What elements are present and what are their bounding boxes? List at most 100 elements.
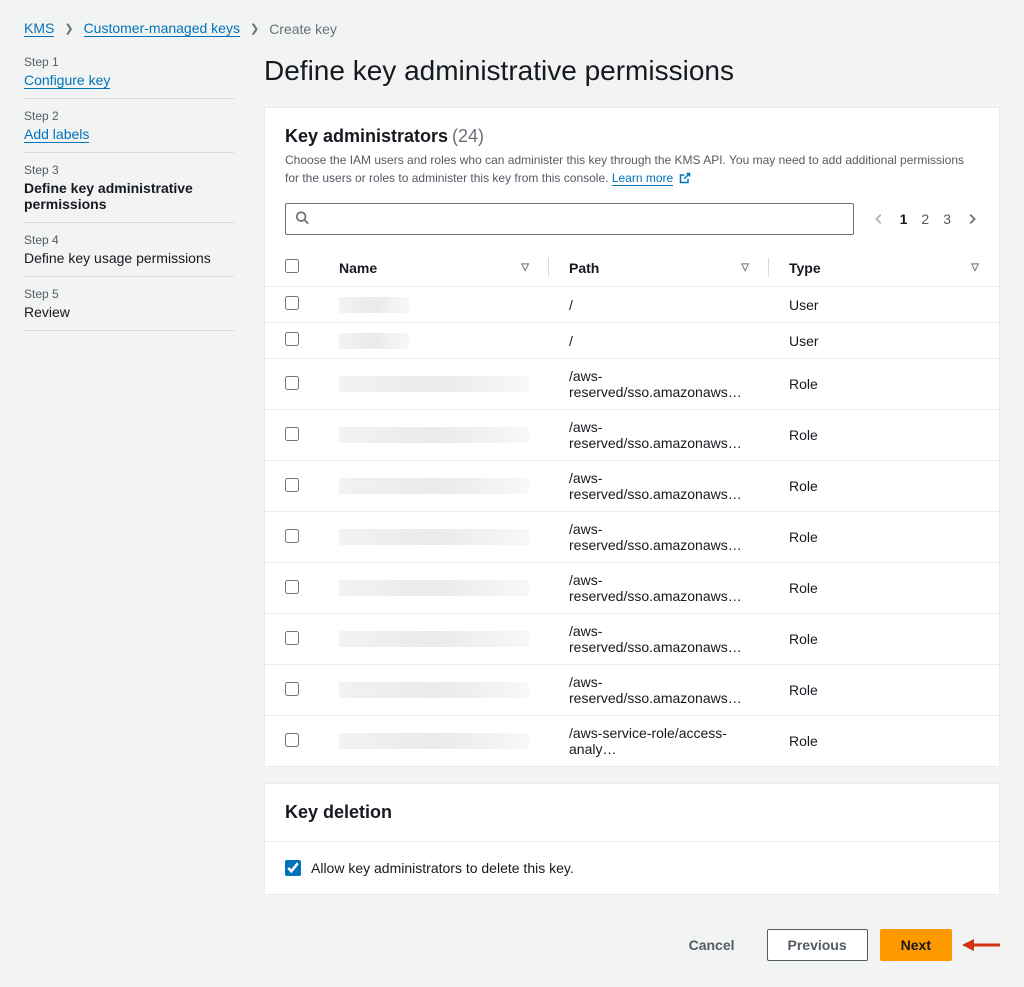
path-cell: /aws-reserved/sso.amazonaws… <box>549 665 769 716</box>
path-cell: /aws-service-role/access-analy… <box>549 716 769 767</box>
type-cell: Role <box>769 359 999 410</box>
deletion-title: Key deletion <box>285 802 979 823</box>
key-administrators-panel: Key administrators (24) Choose the IAM u… <box>264 107 1000 767</box>
breadcrumb-cmk[interactable]: Customer-managed keys <box>84 20 240 37</box>
redacted-name <box>339 580 529 596</box>
page-2[interactable]: 2 <box>921 211 929 227</box>
type-cell: User <box>769 287 999 323</box>
redacted-name <box>339 427 529 443</box>
sidebar-step-5: Step 5 Review <box>24 277 234 331</box>
pagination: 1 2 3 <box>872 211 979 227</box>
footer-actions: Cancel Previous Next <box>264 911 1000 967</box>
sidebar-step-4: Step 4 Define key usage permissions <box>24 223 234 277</box>
page-next-icon[interactable] <box>965 212 979 226</box>
redacted-name <box>339 682 529 698</box>
arrow-annotation-icon <box>962 935 1000 955</box>
allow-delete-checkbox[interactable] <box>285 860 301 876</box>
path-cell: / <box>549 323 769 359</box>
row-checkbox[interactable] <box>285 296 299 310</box>
table-row[interactable]: /aws-reserved/sso.amazonaws…Role <box>265 665 999 716</box>
allow-delete-row[interactable]: Allow key administrators to delete this … <box>285 860 979 876</box>
table-row[interactable]: /aws-reserved/sso.amazonaws…Role <box>265 512 999 563</box>
table-row[interactable]: /User <box>265 323 999 359</box>
step-title[interactable]: Add labels <box>24 126 89 143</box>
redacted-name <box>339 631 529 647</box>
col-name[interactable]: Name <box>339 260 377 276</box>
row-checkbox[interactable] <box>285 427 299 441</box>
sidebar-step-3: Step 3 Define key administrative permiss… <box>24 153 234 223</box>
row-checkbox[interactable] <box>285 631 299 645</box>
row-checkbox[interactable] <box>285 580 299 594</box>
path-cell: /aws-reserved/sso.amazonaws… <box>549 614 769 665</box>
learn-more-link[interactable]: Learn more <box>612 171 673 186</box>
redacted-name <box>339 529 529 545</box>
redacted-name <box>339 333 409 349</box>
row-checkbox[interactable] <box>285 529 299 543</box>
step-title[interactable]: Configure key <box>24 72 110 89</box>
administrators-table: Name▽ Path▽ Type▽ /User/User/aws-reserve… <box>265 249 999 766</box>
external-link-icon <box>679 171 691 189</box>
next-button[interactable]: Next <box>880 929 952 961</box>
table-row[interactable]: /aws-reserved/sso.amazonaws…Role <box>265 563 999 614</box>
chevron-right-icon: ❯ <box>250 22 259 35</box>
path-cell: /aws-reserved/sso.amazonaws… <box>549 410 769 461</box>
cancel-button[interactable]: Cancel <box>669 929 755 961</box>
redacted-name <box>339 733 529 749</box>
col-path[interactable]: Path <box>569 260 599 276</box>
path-cell: /aws-reserved/sso.amazonaws… <box>549 563 769 614</box>
sidebar-step-2[interactable]: Step 2 Add labels <box>24 99 234 153</box>
search-input[interactable] <box>285 203 854 235</box>
step-label: Step 5 <box>24 287 234 301</box>
table-row[interactable]: /User <box>265 287 999 323</box>
path-cell: / <box>549 287 769 323</box>
step-title: Define key usage permissions <box>24 250 234 266</box>
type-cell: Role <box>769 410 999 461</box>
table-row[interactable]: /aws-reserved/sso.amazonaws…Role <box>265 614 999 665</box>
step-title: Define key administrative permissions <box>24 180 234 212</box>
type-cell: Role <box>769 614 999 665</box>
row-checkbox[interactable] <box>285 733 299 747</box>
wizard-sidebar: Step 1 Configure key Step 2 Add labels S… <box>24 55 234 967</box>
type-cell: Role <box>769 716 999 767</box>
table-row[interactable]: /aws-reserved/sso.amazonaws…Role <box>265 410 999 461</box>
page-1[interactable]: 1 <box>900 211 908 227</box>
page-prev-icon[interactable] <box>872 212 886 226</box>
step-label: Step 3 <box>24 163 234 177</box>
redacted-name <box>339 297 409 313</box>
row-checkbox[interactable] <box>285 682 299 696</box>
table-row[interactable]: /aws-reserved/sso.amazonaws…Role <box>265 359 999 410</box>
chevron-right-icon: ❯ <box>64 22 73 35</box>
sidebar-step-1[interactable]: Step 1 Configure key <box>24 55 234 99</box>
panel-count: (24) <box>452 126 484 146</box>
step-label: Step 2 <box>24 109 234 123</box>
sort-icon: ▽ <box>521 262 529 273</box>
allow-delete-label: Allow key administrators to delete this … <box>311 860 574 876</box>
path-cell: /aws-reserved/sso.amazonaws… <box>549 359 769 410</box>
key-deletion-panel: Key deletion Allow key administrators to… <box>264 783 1000 895</box>
page-3[interactable]: 3 <box>943 211 951 227</box>
sort-icon: ▽ <box>741 262 749 273</box>
table-row[interactable]: /aws-service-role/access-analy…Role <box>265 716 999 767</box>
col-type[interactable]: Type <box>789 260 821 276</box>
step-title: Review <box>24 304 234 320</box>
redacted-name <box>339 376 529 392</box>
step-label: Step 1 <box>24 55 234 69</box>
row-checkbox[interactable] <box>285 376 299 390</box>
type-cell: Role <box>769 512 999 563</box>
breadcrumb-kms[interactable]: KMS <box>24 20 54 37</box>
row-checkbox[interactable] <box>285 478 299 492</box>
divider <box>265 841 999 842</box>
path-cell: /aws-reserved/sso.amazonaws… <box>549 512 769 563</box>
breadcrumb: KMS ❯ Customer-managed keys ❯ Create key <box>24 20 1000 37</box>
path-cell: /aws-reserved/sso.amazonaws… <box>549 461 769 512</box>
select-all-checkbox[interactable] <box>285 259 299 273</box>
previous-button[interactable]: Previous <box>767 929 868 961</box>
table-row[interactable]: /aws-reserved/sso.amazonaws…Role <box>265 461 999 512</box>
panel-title: Key administrators <box>285 126 448 146</box>
type-cell: Role <box>769 563 999 614</box>
type-cell: User <box>769 323 999 359</box>
breadcrumb-current: Create key <box>269 21 337 37</box>
row-checkbox[interactable] <box>285 332 299 346</box>
type-cell: Role <box>769 461 999 512</box>
search-icon <box>295 211 309 228</box>
